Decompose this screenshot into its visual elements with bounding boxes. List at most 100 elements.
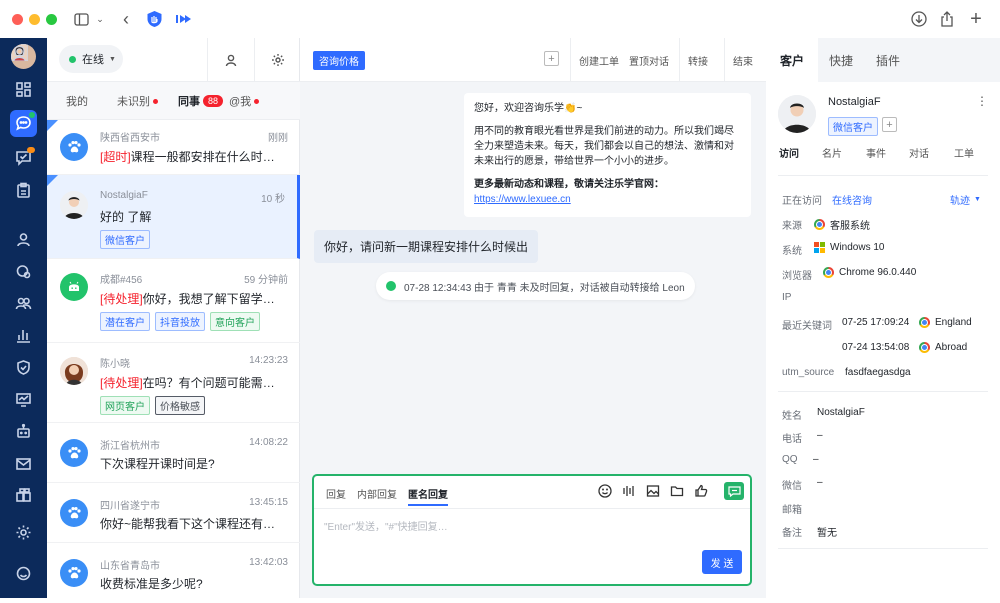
send-button[interactable]: 发 送 — [702, 550, 742, 574]
end-conversation-button[interactable]: 结束 — [724, 38, 766, 82]
message-icon[interactable] — [10, 144, 37, 171]
new-marker — [47, 175, 58, 186]
session-list-header: 在线 ▼ — [47, 38, 300, 82]
zoom-window-button[interactable] — [46, 14, 57, 25]
audio-icon[interactable] — [622, 484, 638, 500]
list-settings-button[interactable] — [254, 38, 300, 82]
tab-colleagues[interactable]: 同事 88 — [178, 82, 224, 120]
utm-label: utm_source — [782, 367, 835, 378]
tab-colleagues-label: 同事 — [178, 96, 200, 108]
settings-icon[interactable] — [10, 519, 37, 546]
session-item[interactable]: 陈小晓 14:23:23 [待处理]在吗？有个问题可能需要… 网页客户 价格敏感 — [47, 343, 300, 423]
contacts-icon[interactable] — [10, 290, 37, 317]
session-item[interactable]: 浙江省杭州市 14:08:22 下次课程开课时间是? — [47, 423, 300, 483]
subtab-events[interactable]: 事件 — [866, 145, 886, 160]
composer-divider — [314, 508, 750, 509]
subtab-tickets[interactable]: 工单 — [954, 145, 974, 160]
profile-value: – — [817, 477, 823, 488]
add-tag-button[interactable]: + — [882, 117, 897, 132]
close-window-button[interactable] — [12, 14, 23, 25]
website-link[interactable]: https://www.lexuee.cn — [474, 194, 571, 205]
message-input[interactable]: "Enter"发送，"#"快捷回复… — [324, 518, 448, 533]
create-ticket-button[interactable]: 创建工单 — [570, 38, 628, 82]
statistics-icon[interactable] — [10, 322, 37, 349]
emoji-icon[interactable] — [598, 484, 614, 500]
tab-reply[interactable]: 回复 — [326, 486, 346, 501]
profile-value: 暂无 — [817, 528, 837, 539]
subtab-conversations[interactable]: 对话 — [909, 145, 929, 160]
sidebar-toggle-icon[interactable] — [72, 10, 90, 28]
tab-plugins[interactable]: 插件 — [876, 38, 900, 82]
transfer-button[interactable]: 转接 — [679, 38, 721, 82]
session-time: 59 分钟前 — [244, 275, 288, 286]
user-icon[interactable] — [10, 226, 37, 253]
new-tab-icon[interactable]: + — [967, 8, 985, 30]
source-value: 客服系统 — [814, 217, 870, 232]
session-time: 14:23:23 — [249, 355, 288, 366]
session-item[interactable]: 成都#456 59 分钟前 [待处理]你好，我想了解下留学的… 潜在客户 抖音投… — [47, 259, 300, 343]
back-icon[interactable]: ‹ — [118, 9, 134, 29]
download-icon[interactable] — [910, 10, 928, 28]
tab-mine[interactable]: 我的 — [66, 82, 88, 120]
more-menu-icon[interactable]: ⋮ — [976, 94, 988, 108]
customer-name: NostalgiaF — [828, 96, 881, 108]
tab-customer[interactable]: 客户 — [766, 38, 818, 82]
session-item-selected[interactable]: NostalgiaF 10 秒 好的 了解 微信客户 — [47, 175, 300, 259]
paw-avatar-icon — [60, 439, 88, 467]
forward-track-icon[interactable] — [175, 10, 191, 28]
user-settings-icon[interactable] — [10, 258, 37, 285]
image-icon[interactable] — [646, 484, 662, 500]
shield-hand-icon[interactable] — [145, 10, 163, 28]
os-label: 系统 — [782, 246, 802, 257]
mail-icon[interactable] — [10, 450, 37, 477]
chat-icon[interactable] — [10, 110, 37, 137]
tab-anonymous-reply[interactable]: 匿名回复 — [408, 486, 448, 506]
clipboard-icon[interactable] — [10, 177, 37, 204]
tab-quick[interactable]: 快捷 — [829, 38, 853, 82]
new-marker — [47, 120, 58, 131]
message-text: 在吗？有个问题可能需要… — [142, 376, 286, 390]
track-label: 轨迹 — [950, 196, 970, 207]
browser-label: 浏览器 — [782, 271, 812, 282]
shield-icon[interactable] — [10, 354, 37, 381]
session-visitor-name: 成都#456 — [100, 275, 143, 286]
robot-icon[interactable] — [10, 418, 37, 445]
share-icon[interactable] — [938, 10, 956, 28]
tab-internal-reply[interactable]: 内部回复 — [357, 486, 397, 501]
tab-unidentified[interactable]: 未识别 — [117, 82, 158, 120]
online-status-dropdown[interactable]: 在线 ▼ — [59, 45, 123, 73]
track-dropdown[interactable]: 轨迹 ▼ — [950, 192, 981, 207]
topic-tag[interactable]: 咨询价格 — [313, 51, 365, 70]
chevron-down-icon[interactable]: ⌄ — [95, 10, 105, 28]
folder-icon[interactable] — [670, 484, 686, 500]
subtab-visit[interactable]: 访问 — [779, 145, 799, 160]
session-item[interactable]: 四川省遂宁市 13:45:15 你好~能帮我看下这个课程还有名… — [47, 483, 300, 543]
user-profile-button[interactable] — [207, 38, 253, 82]
add-tag-button[interactable]: + — [544, 51, 559, 66]
profile-label: 邮箱 — [782, 505, 802, 516]
thumbs-up-icon[interactable] — [694, 484, 710, 500]
transfer-notice-icon — [386, 281, 396, 291]
caret-down-icon: ▼ — [974, 196, 981, 203]
pin-conversation-button[interactable]: 置顶对话 — [621, 38, 679, 82]
chevron-down-icon: ▼ — [109, 55, 116, 63]
minimize-window-button[interactable] — [29, 14, 40, 25]
session-last-message: [待处理]你好，我想了解下留学的… — [100, 290, 286, 307]
session-time: 10 秒 — [261, 194, 285, 205]
session-item[interactable]: 陕西省西安市 刚刚 [超时]课程一般都安排在什么时间段… — [47, 120, 300, 175]
chrome-icon — [919, 317, 930, 328]
tab-mentions-label: @我 — [229, 96, 252, 108]
tab-mentions[interactable]: @我 — [229, 82, 260, 120]
subtab-card[interactable]: 名片 — [822, 145, 842, 160]
monitor-icon[interactable] — [10, 386, 37, 413]
customer-tag: 抖音投放 — [155, 312, 205, 331]
quick-reply-icon[interactable] — [724, 482, 744, 500]
visiting-page-link[interactable]: 在线咨询 — [832, 192, 872, 207]
support-chat-icon[interactable] — [10, 560, 37, 587]
apps-icon[interactable] — [10, 482, 37, 509]
session-item[interactable]: 山东省青岛市 13:42:03 收费标准是多少呢? — [47, 543, 300, 603]
agent-avatar[interactable] — [11, 44, 36, 69]
dashboard-icon[interactable] — [10, 76, 37, 103]
source-text: 客服系统 — [830, 221, 870, 232]
unread-dot — [153, 98, 158, 104]
